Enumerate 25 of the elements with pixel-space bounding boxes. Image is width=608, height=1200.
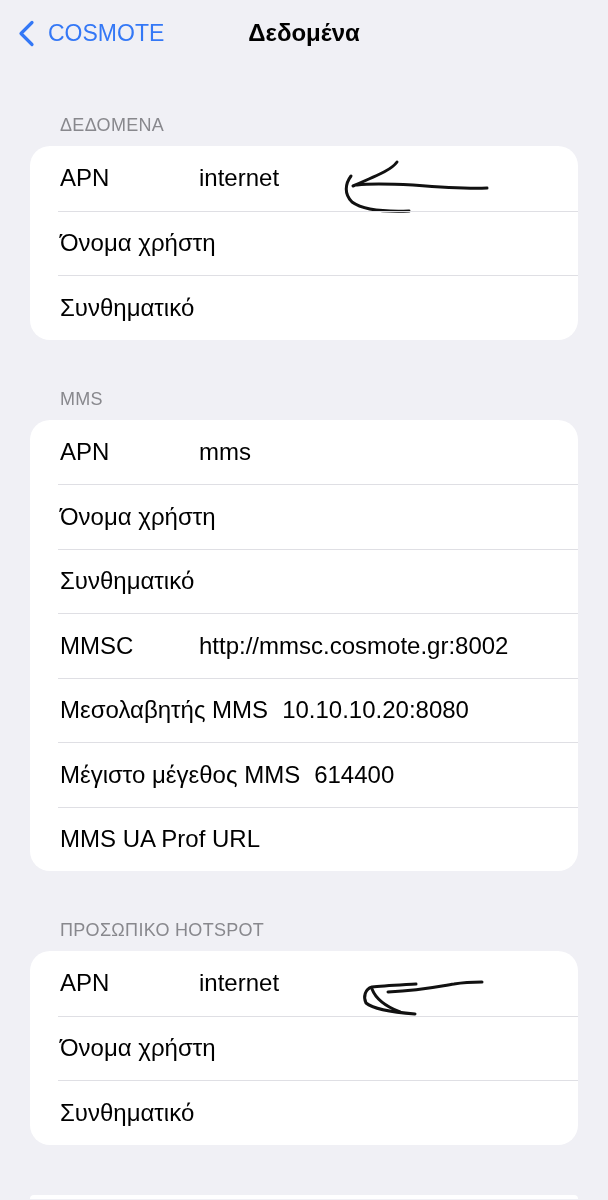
field-label: Μεσολαβητής MMS — [60, 696, 269, 725]
field-label: MMS UA Prof URL — [60, 825, 261, 854]
text-field[interactable]: 614400 — [314, 760, 395, 789]
field-label: Όνομα χρήστη — [60, 1034, 216, 1063]
field-label: Μέγιστο μέγεθος MMS — [60, 760, 301, 789]
text-field[interactable]: mms — [199, 437, 251, 466]
text-field[interactable]: 10.10.10.20:8080 — [282, 696, 469, 725]
field-label: Συνθηματικό — [60, 567, 195, 596]
field-label: APN — [60, 164, 111, 193]
field-label: APN — [60, 437, 111, 466]
field-label: Όνομα χρήστη — [60, 229, 216, 258]
section-header: ΠΡΟΣΩΠΙΚΟ HOTSPOT — [60, 920, 265, 940]
field-label: MMSC — [60, 631, 135, 660]
text-field[interactable]: http://mmsc.cosmote.gr:8002 — [199, 631, 509, 660]
field-label: Συνθηματικό — [60, 293, 195, 322]
section-header: MMS — [60, 388, 103, 409]
field-label: Συνθηματικό — [60, 1098, 195, 1127]
text-field[interactable]: internet — [199, 969, 280, 998]
field-label: Όνομα χρήστη — [60, 502, 216, 531]
back-button[interactable]: COSMOTE — [18, 19, 165, 47]
chevron-left-icon — [18, 19, 35, 47]
text-field[interactable]: internet — [199, 164, 280, 193]
section-header: ΔΕΔΟΜΕΝΑ — [60, 115, 165, 135]
field-label: APN — [60, 969, 111, 998]
page-title: Δεδομένα — [248, 19, 360, 47]
